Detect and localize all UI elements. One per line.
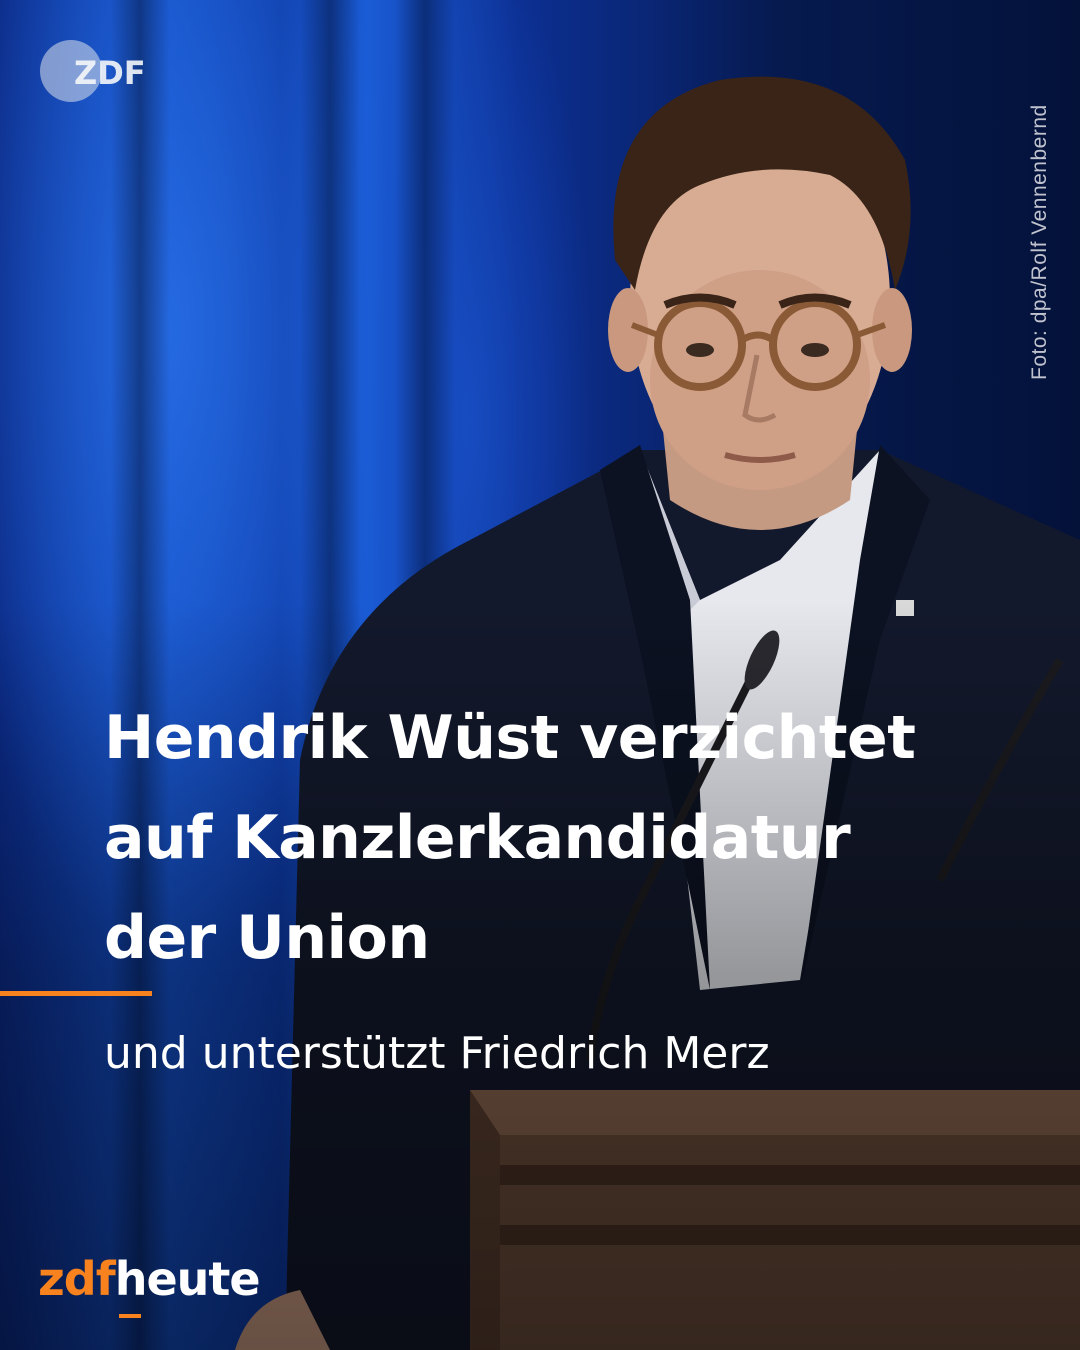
zdf-logo-text: ZDF <box>74 54 146 92</box>
brand-part-zdf: zdf <box>38 1252 116 1306</box>
headline-line: auf Kanzlerkandidatur <box>104 803 851 873</box>
headline-line: der Union <box>104 903 430 973</box>
headline-line: Hendrik Wüst verzichtet <box>104 703 916 773</box>
headline: Hendrik Wüst verzichtet auf Kanzlerkandi… <box>104 688 1024 988</box>
accent-divider <box>0 991 152 996</box>
subline: und unterstützt Friedrich Merz <box>104 1028 770 1079</box>
photo-credit: Foto: dpa/Rolf Vennenbernd <box>1028 104 1051 380</box>
brand-part-heute: heute <box>114 1252 261 1306</box>
news-card: ZDF Foto: dpa/Rolf Vennenbernd Hendrik W… <box>0 0 1080 1350</box>
zdf-logo: ZDF <box>40 40 146 102</box>
zdfheute-logo: zdfheute <box>38 1252 261 1306</box>
